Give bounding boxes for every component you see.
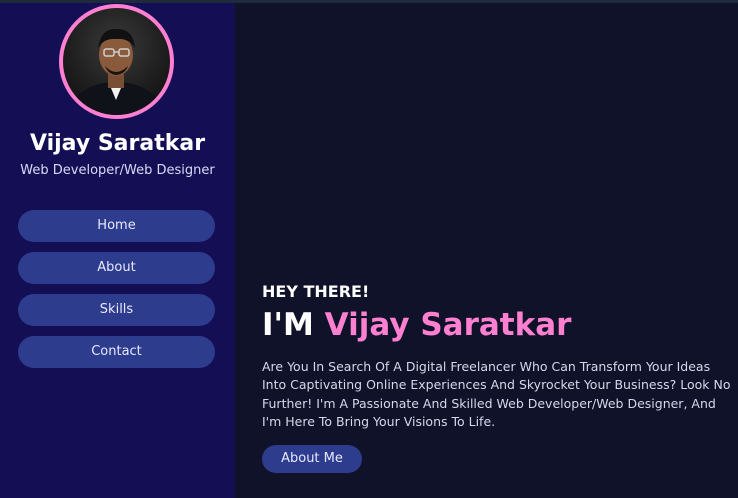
avatar bbox=[59, 4, 174, 119]
profile-photo-icon bbox=[70, 28, 162, 115]
profile-name: Vijay Saratkar bbox=[29, 131, 206, 156]
hero-greeting: HEY THERE! bbox=[262, 282, 370, 301]
profile-role: Web Developer/Web Designer bbox=[20, 163, 215, 178]
hero-intro-name: Vijay Saratkar bbox=[324, 307, 572, 343]
hero-description: Are You In Search Of A Digital Freelance… bbox=[262, 359, 731, 429]
nav-contact-button[interactable]: Contact bbox=[18, 336, 215, 368]
sidebar: Vijay Saratkar Web Developer/Web Designe… bbox=[0, 3, 235, 498]
hero-headline: I'M Vijay Saratkar bbox=[262, 307, 571, 343]
nav-about-button[interactable]: About bbox=[18, 252, 215, 284]
hero-intro-prefix: I'M bbox=[262, 307, 314, 343]
nav-skills-button[interactable]: Skills bbox=[18, 294, 215, 326]
nav-home-button[interactable]: Home bbox=[18, 210, 215, 242]
about-me-button[interactable]: About Me bbox=[262, 445, 362, 473]
sidebar-nav: Home About Skills Contact bbox=[18, 210, 215, 378]
